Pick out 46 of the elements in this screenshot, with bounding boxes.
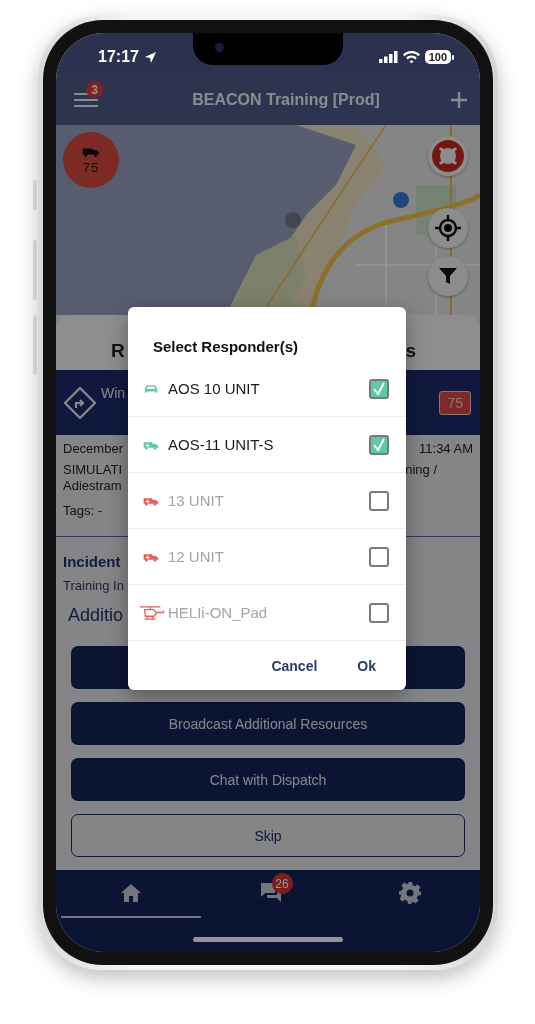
unit-count: 75	[82, 159, 100, 175]
turn-right-sign-icon	[63, 385, 97, 420]
priority-badge: 75	[439, 390, 471, 415]
action-button[interactable]: Chat with Dispatch	[71, 758, 465, 801]
dialog-title: Select Responder(s)	[152, 337, 300, 357]
incident-date: December	[63, 441, 123, 456]
responder-name: 13 UNIT	[168, 492, 225, 509]
incident-description: Adiestram	[63, 478, 122, 493]
checkbox[interactable]	[369, 378, 389, 399]
tab[interactable]: 26	[200, 870, 341, 918]
incident-description: ning /	[405, 462, 438, 477]
incident-description: SIMULATI	[63, 462, 122, 477]
responder-name: 12 UNIT	[168, 548, 225, 565]
add-icon[interactable]	[450, 91, 468, 109]
locate-icon	[435, 215, 461, 241]
dialog-button[interactable]: Cancel	[271, 657, 318, 674]
responder-name: AOS-11 UNIT-S	[168, 436, 275, 453]
dialog-button[interactable]: Ok	[357, 657, 376, 674]
section-heading: Additio	[68, 605, 124, 626]
checkbox[interactable]	[369, 490, 389, 511]
checkbox[interactable]	[369, 602, 389, 623]
filter-icon	[438, 266, 458, 286]
app-title: BEACON Training [Prod]	[191, 91, 381, 109]
action-button[interactable]: Skip	[71, 814, 465, 857]
status-time: 17:17	[98, 48, 139, 66]
responder-name: HELIi-ON_Pad	[168, 604, 269, 621]
settings-icon	[399, 882, 422, 904]
incident-time: 11:34 AM	[419, 441, 473, 456]
incident-tags: Tags: -	[63, 503, 102, 518]
battery-level: 100	[424, 50, 451, 64]
wifi-icon	[402, 51, 420, 63]
unread-badge: 26	[271, 873, 293, 894]
incident-type: Training In	[63, 578, 124, 593]
action-button[interactable]: Broadcast Additional Resources	[71, 702, 465, 745]
home-icon	[120, 884, 141, 902]
checkbox[interactable]	[369, 546, 389, 567]
panel-title: s	[405, 340, 416, 362]
section-heading: Incident	[63, 553, 121, 570]
panel-title: R	[111, 340, 125, 362]
location-arrow-icon	[143, 50, 157, 64]
incident-title: Win	[101, 384, 126, 401]
signal-icon	[378, 51, 398, 63]
responder-name: AOS 10 UNIT	[168, 380, 261, 397]
notification-badge: 3	[86, 81, 103, 98]
lifebuoy-icon	[431, 139, 465, 173]
checkbox[interactable]	[369, 434, 389, 455]
